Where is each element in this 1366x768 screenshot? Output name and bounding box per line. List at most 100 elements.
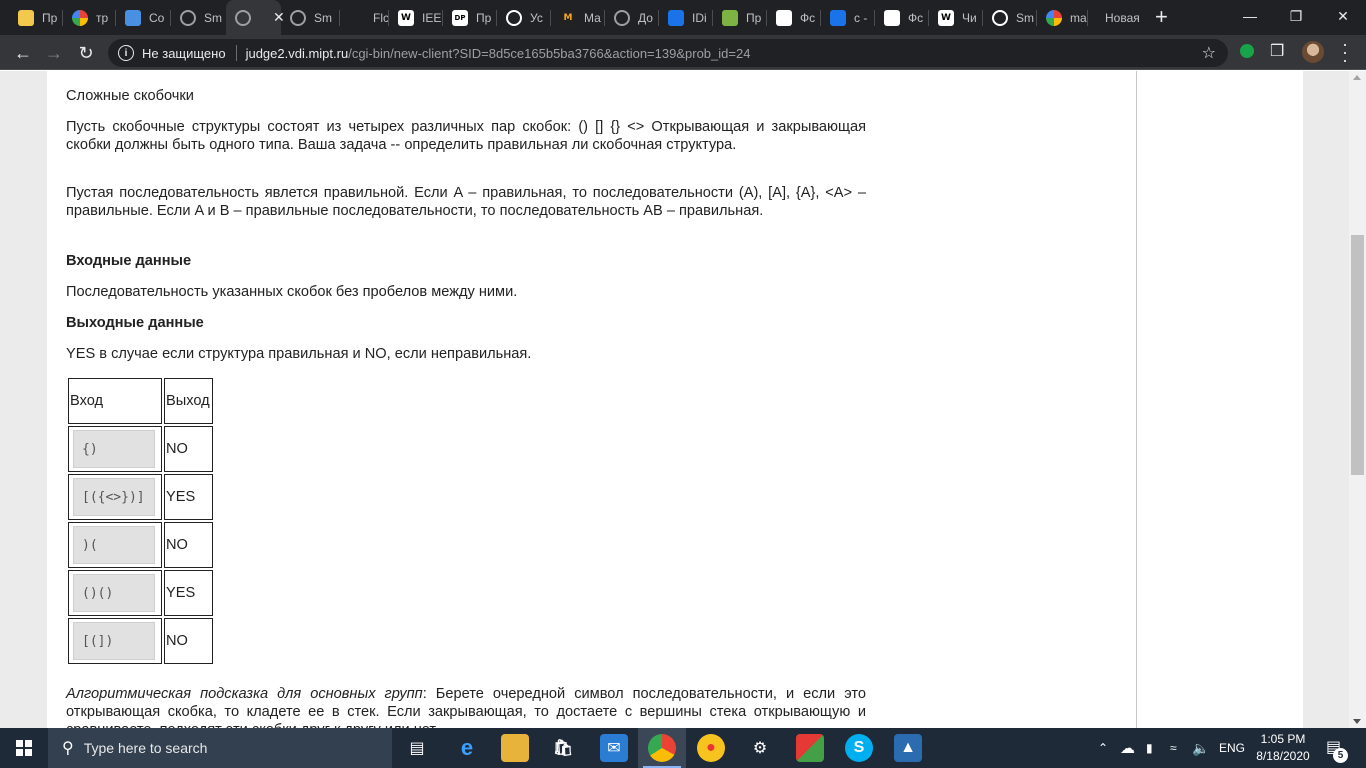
browser-tab[interactable]: Sm — [983, 0, 1037, 35]
browser-tab-label: Пр — [42, 10, 58, 25]
stack-icon — [830, 9, 846, 26]
browser-tab-label: Sm — [314, 10, 332, 25]
browser-tab[interactable]: Фс — [875, 0, 929, 35]
store-icon[interactable]: 🛍 — [549, 734, 577, 762]
clock[interactable]: 1:05 PM 8/18/2020 — [1248, 731, 1318, 765]
chrome-icon[interactable] — [648, 734, 676, 762]
globe-icon — [992, 9, 1008, 26]
sample-input-cell: )( — [68, 522, 162, 568]
book-icon — [722, 9, 738, 26]
battery-icon[interactable]: ▮ — [1146, 728, 1153, 768]
browser-menu-icon[interactable]: · · · — [1340, 35, 1350, 69]
browser-tab-label: ma — [1070, 10, 1087, 25]
edge-icon[interactable]: e — [453, 734, 481, 762]
browser-tab[interactable]: Sm — [171, 0, 226, 35]
scroll-down-arrow-icon[interactable] — [1353, 719, 1361, 724]
browser-tab[interactable]: Новая — [1088, 0, 1144, 35]
sample-output-cell: NO — [164, 618, 213, 664]
taskbar-search[interactable]: ⚲ Type here to search — [48, 728, 392, 768]
url-host: judge2.vdi.mipt.ru — [245, 45, 349, 61]
extensions-puzzle-icon[interactable]: ❒ — [1270, 41, 1284, 61]
input-description: Последовательность указанных скобок без … — [66, 284, 518, 300]
browser-tab[interactable]: До — [605, 0, 659, 35]
browser-tab[interactable]: c - — [821, 0, 875, 35]
problem-title: Сложные скобочки — [66, 88, 194, 104]
browser-tab[interactable]: Пр — [9, 0, 63, 35]
browser-tab[interactable]: ma — [1037, 0, 1088, 35]
vertical-scrollbar[interactable] — [1349, 71, 1366, 728]
browser-tab-label: Flc — [373, 10, 389, 25]
globe-icon — [506, 9, 522, 26]
table-row: ()() YES — [68, 570, 213, 616]
page-viewport: Сложные скобочки Пусть скобочные структу… — [0, 71, 1366, 728]
page-icon — [884, 9, 900, 26]
hint-label: Алгоритмическая подсказка для основных г… — [66, 686, 423, 702]
browser-tab[interactable]: DP Пр — [443, 0, 497, 35]
browser-tab[interactable]: Фс — [767, 0, 821, 35]
browser-tab[interactable]: Co — [116, 0, 171, 35]
reload-button[interactable]: ↻ — [72, 39, 100, 67]
settings-gear-icon[interactable]: ⚙ — [746, 734, 774, 762]
wifi-icon[interactable]: ≈ — [1170, 728, 1177, 768]
browser-tab[interactable]: W Чи — [929, 0, 983, 35]
forward-button[interactable]: → — [40, 39, 68, 67]
table-row: [({<>})] YES — [68, 474, 213, 520]
page-icon — [776, 9, 792, 26]
output-description: YES в случае если структура правильная и… — [66, 346, 532, 362]
sample-output-cell: YES — [164, 570, 213, 616]
browser-tab[interactable]: Ус — [497, 0, 551, 35]
browser-tab-label: Sm — [204, 10, 222, 25]
problem-paragraph-2: Пустая последовательность явлется правил… — [66, 185, 866, 219]
onedrive-cloud-icon[interactable]: ☁ — [1120, 728, 1135, 768]
skype-icon[interactable]: S — [845, 734, 873, 762]
sample-input-code: [({<>})] — [73, 478, 155, 516]
m-icon: M — [560, 9, 576, 26]
extension-icon[interactable] — [1240, 44, 1254, 58]
photos-icon[interactable]: ▲ — [894, 734, 922, 762]
profile-avatar[interactable] — [1302, 41, 1324, 63]
omnibox-divider — [235, 45, 237, 61]
browser-tab[interactable]: ✕ — [226, 0, 285, 35]
new-tab-button[interactable]: + — [1155, 4, 1168, 30]
show-hidden-icons-icon[interactable]: ⌃ — [1098, 728, 1108, 768]
samples-table: Вход Выход {) NO [({<>})] YES)(NO()() YES[(]… — [66, 376, 215, 666]
start-button[interactable] — [0, 728, 48, 768]
browser-tab[interactable]: Sm — [281, 0, 340, 35]
sample-input-code: {) — [73, 430, 155, 468]
dp-icon: DP — [452, 9, 468, 26]
browser-tab-label: Ус — [530, 10, 543, 25]
music-app-icon[interactable]: ● — [697, 734, 725, 762]
browser-tab[interactable]: IDi — [659, 0, 713, 35]
restore-button[interactable]: ❐ — [1273, 0, 1319, 32]
task-view-icon[interactable]: ▤ — [403, 734, 431, 762]
scroll-thumb[interactable] — [1351, 235, 1364, 475]
browser-tab[interactable]: W IEE — [389, 0, 443, 35]
file-explorer-icon[interactable] — [501, 734, 529, 762]
browser-tab-label: Чи — [962, 10, 977, 25]
back-button[interactable]: ← — [9, 39, 37, 67]
address-bar[interactable]: i Не защищено judge2.vdi.mipt.ru /cgi-bi… — [108, 39, 1228, 67]
browser-tab-label: Co — [149, 10, 165, 25]
info-icon[interactable]: i — [118, 45, 134, 61]
close-window-button[interactable]: ✕ — [1320, 0, 1366, 32]
browser-tab-label: Новая — [1105, 10, 1140, 25]
sample-input-cell: ()() — [68, 570, 162, 616]
app-grid-icon[interactable] — [796, 734, 824, 762]
browser-tab[interactable]: Пр — [713, 0, 767, 35]
browser-tab[interactable]: тр — [63, 0, 116, 35]
browser-tab[interactable]: M Ма — [551, 0, 605, 35]
minimize-button[interactable]: — — [1227, 0, 1273, 32]
language-indicator[interactable]: ENG — [1219, 728, 1245, 768]
problem-paragraph-1: Пусть скобочные структуры состоят из чет… — [66, 119, 866, 153]
header-input: Вход — [68, 378, 162, 424]
browser-tab-label: Ма — [584, 10, 601, 25]
mail-icon[interactable]: ✉ — [600, 734, 628, 762]
browser-tab-label: Пр — [476, 10, 492, 25]
volume-icon[interactable]: 🔈 — [1192, 728, 1209, 768]
scroll-up-arrow-icon[interactable] — [1353, 75, 1361, 80]
browser-tab[interactable]: Flc — [340, 0, 389, 35]
bookmark-star-icon[interactable]: ☆ — [1202, 43, 1216, 63]
browser-tab-label: До — [638, 10, 653, 25]
browser-tab-label: Фс — [908, 10, 924, 25]
wikipedia-icon: W — [398, 9, 414, 26]
